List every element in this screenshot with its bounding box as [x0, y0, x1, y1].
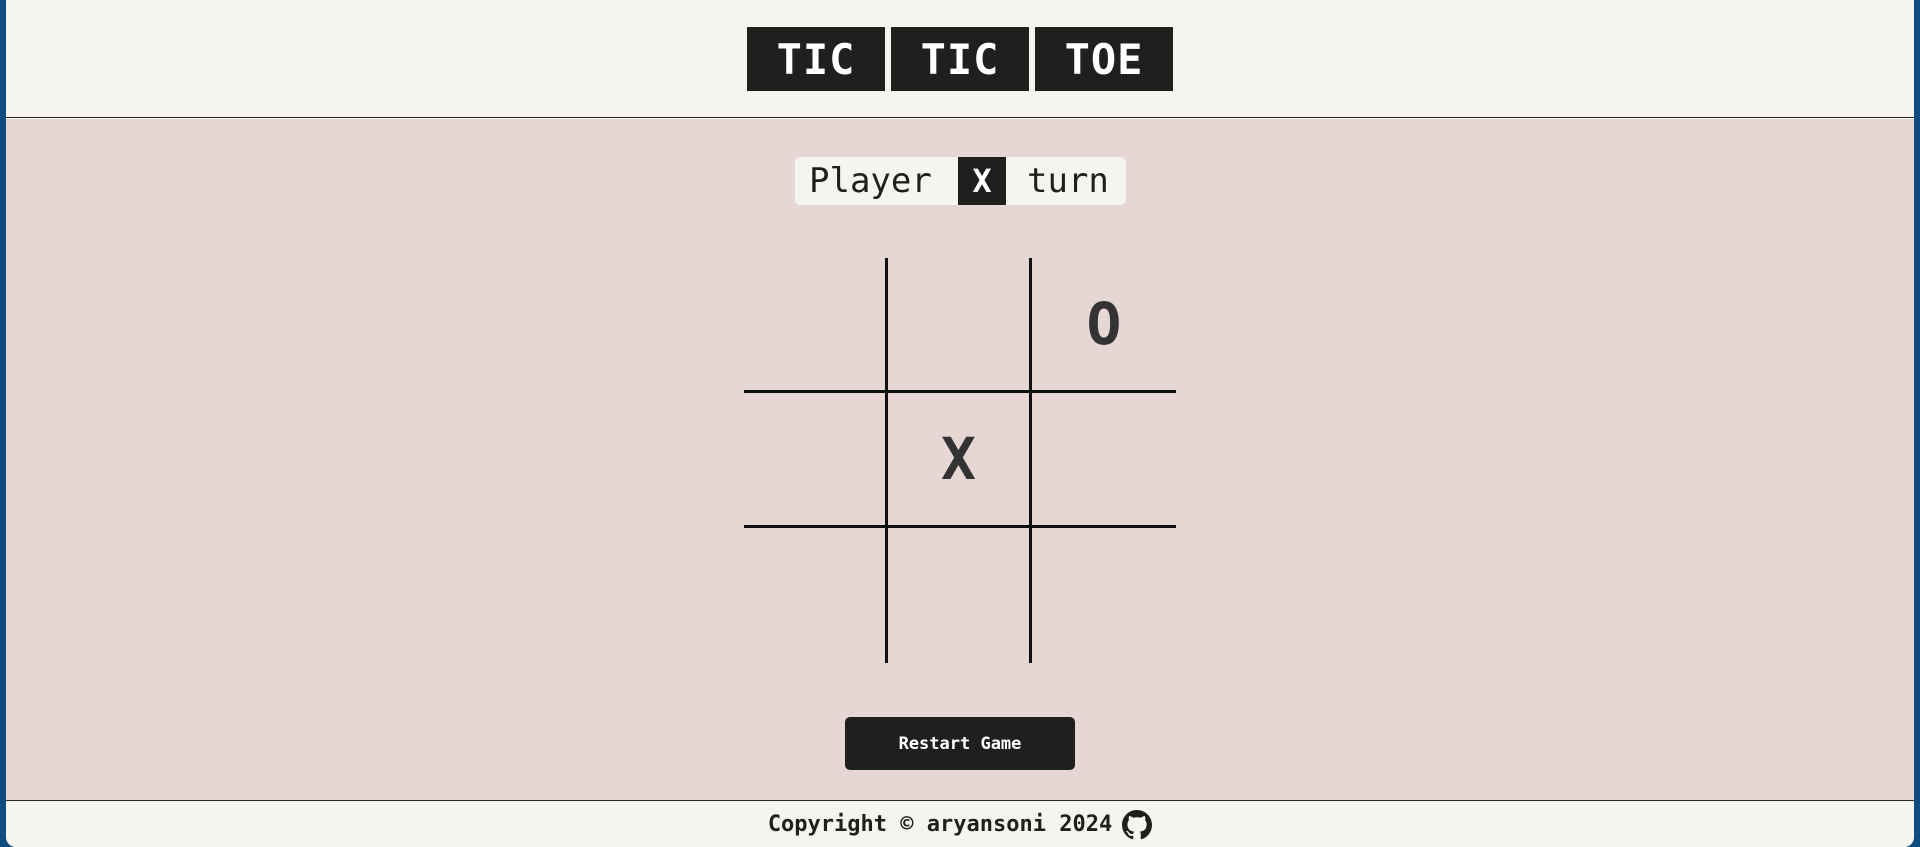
github-icon[interactable] — [1122, 809, 1153, 840]
title-word-1: TIC — [747, 27, 885, 91]
board-cell-9[interactable] — [1032, 528, 1176, 663]
footer: Copyright © aryansoni 2024 — [6, 802, 1914, 847]
board-cell-4[interactable] — [744, 393, 888, 528]
turn-prefix: Player — [809, 161, 932, 201]
board-cell-1[interactable] — [744, 258, 888, 393]
board-cell-3[interactable]: O — [1032, 258, 1176, 393]
board-cell-7[interactable] — [744, 528, 888, 663]
app-frame: TIC TIC TOE Player X turn O X Restart Ga… — [6, 0, 1914, 847]
board-cell-5[interactable]: X — [888, 393, 1032, 528]
game-title: TIC TIC TOE — [747, 27, 1173, 91]
board-cell-2[interactable] — [888, 258, 1032, 393]
board-cell-6[interactable] — [1032, 393, 1176, 528]
game-board: O X — [744, 258, 1176, 663]
title-word-2: TIC — [891, 27, 1029, 91]
turn-indicator: Player X turn — [795, 157, 1126, 205]
copyright-text: Copyright © aryansoni 2024 — [767, 812, 1113, 837]
title-word-3: TOE — [1035, 27, 1173, 91]
game-area: Player X turn O X Restart Game — [6, 119, 1914, 801]
current-player-badge: X — [958, 157, 1006, 205]
header: TIC TIC TOE — [6, 0, 1914, 118]
board-cell-8[interactable] — [888, 528, 1032, 663]
turn-suffix: turn — [1027, 161, 1109, 201]
restart-game-button[interactable]: Restart Game — [845, 717, 1075, 770]
